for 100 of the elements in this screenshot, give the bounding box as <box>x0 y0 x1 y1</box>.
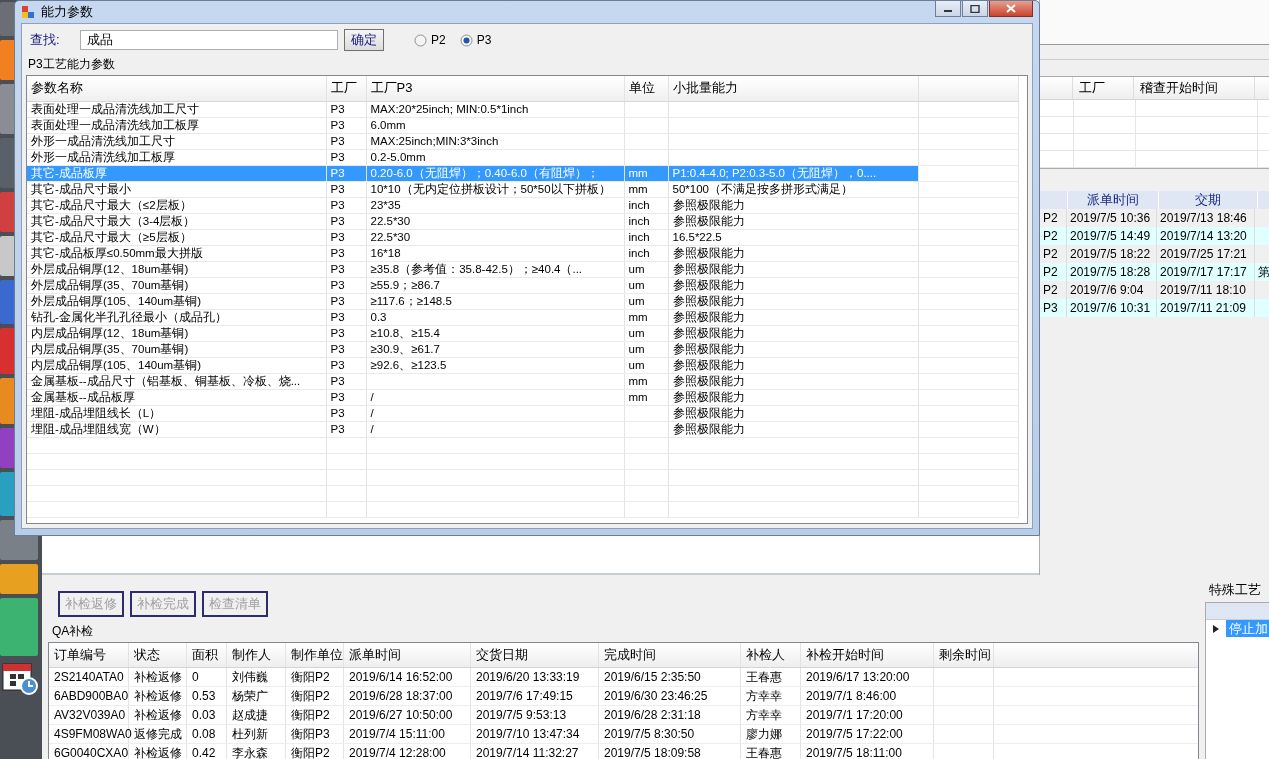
table-cell[interactable]: 2019/7/5 8:30:50 <box>599 725 741 743</box>
table-cell[interactable]: P3 <box>326 213 366 229</box>
table-cell[interactable]: 2019/6/27 10:50:00 <box>344 706 471 724</box>
table-cell[interactable]: 外形一成品清洗线加工尺寸 <box>27 133 326 149</box>
table-cell[interactable]: 参照极限能力 <box>668 341 918 357</box>
table-cell[interactable]: 23*35 <box>366 197 624 213</box>
column-header[interactable]: 工厂 <box>326 76 366 101</box>
table-cell[interactable]: inch <box>624 245 668 261</box>
table-cell[interactable]: 0.03 <box>187 706 227 724</box>
table-cell[interactable]: 其它-成品尺寸最小 <box>27 181 326 197</box>
table-cell[interactable]: um <box>624 357 668 373</box>
table-cell[interactable]: 2019/7/4 15:11:00 <box>344 725 471 743</box>
table-cell[interactable]: 衡阳P3 <box>286 725 344 743</box>
table-cell[interactable]: 埋阻-成品埋阻线宽（W） <box>27 421 326 437</box>
table-cell[interactable]: 廖力娜 <box>741 725 801 743</box>
table-cell[interactable]: 10*10（无内定位拼板设计；50*50以下拼板） <box>366 181 624 197</box>
table-cell[interactable]: 参照极限能力 <box>668 389 918 405</box>
column-header[interactable]: 制作人 <box>227 643 286 667</box>
table-cell[interactable]: 补检返修 <box>129 687 187 705</box>
table-cell[interactable]: mm <box>624 181 668 197</box>
table-cell[interactable]: 2019/7/5 9:53:13 <box>471 706 599 724</box>
table-cell[interactable]: inch <box>624 229 668 245</box>
table-cell[interactable]: 2019/7/10 13:47:34 <box>471 725 599 743</box>
column-header[interactable]: 工厂P3 <box>366 76 624 101</box>
column-header[interactable]: 交期 <box>1159 191 1258 209</box>
table-cell[interactable]: 参照极限能力 <box>668 213 918 229</box>
table-cell[interactable]: 杜列新 <box>227 725 286 743</box>
table-cell[interactable]: 表面处理一成品清洗线加工尺寸 <box>27 101 326 117</box>
table-cell[interactable]: P3 <box>326 277 366 293</box>
table-cell[interactable]: 参照极限能力 <box>668 373 918 389</box>
table-cell[interactable]: P3 <box>326 389 366 405</box>
table-cell[interactable]: 22.5*30 <box>366 213 624 229</box>
column-header[interactable]: 稽查开始时间 <box>1134 77 1255 99</box>
table-cell[interactable]: 50*100（不满足按多拼形式满足） <box>668 181 918 197</box>
table-cell[interactable]: 2019/7/1 8:46:00 <box>801 687 934 705</box>
radio-button[interactable]: P3 <box>459 33 492 47</box>
table-cell[interactable]: P3 <box>326 197 366 213</box>
table-cell[interactable]: 2019/6/14 16:52:00 <box>344 668 471 686</box>
table-cell[interactable]: ≥30.9、≥61.7 <box>366 341 624 357</box>
column-header[interactable]: 完成时间 <box>599 643 741 667</box>
table-cell[interactable]: P3 <box>326 293 366 309</box>
table-cell[interactable]: 表面处理一成品清洗线加工板厚 <box>27 117 326 133</box>
table-cell[interactable]: 其它-成品尺寸最大（3-4层板） <box>27 213 326 229</box>
table-cell[interactable]: 0.42 <box>187 744 227 759</box>
table-cell[interactable]: mm <box>624 389 668 405</box>
table-cell[interactable]: ≥117.6；≥148.5 <box>366 293 624 309</box>
table-cell[interactable]: 参照极限能力 <box>668 293 918 309</box>
table-cell[interactable]: 其它-成品尺寸最大（≤2层板） <box>27 197 326 213</box>
table-cell[interactable]: 衡阳P2 <box>286 744 344 759</box>
column-header[interactable]: 单位 <box>624 76 668 101</box>
table-cell[interactable]: 补检返修 <box>129 706 187 724</box>
column-header[interactable]: 状态 <box>129 643 187 667</box>
table-cell[interactable]: 参照极限能力 <box>668 357 918 373</box>
table-cell[interactable]: 补检返修 <box>129 744 187 759</box>
table-cell[interactable]: um <box>624 277 668 293</box>
table-cell[interactable]: 钻孔-金属化半孔孔径最小（成品孔） <box>27 309 326 325</box>
table-cell[interactable]: 其它-成品尺寸最大（≥5层板） <box>27 229 326 245</box>
table-cell[interactable]: 2S2140ATA0 <box>49 668 129 686</box>
table-cell[interactable]: 外层成品铜厚(12、18um基铜) <box>27 261 326 277</box>
table-cell[interactable]: 2019/7/14 11:32:27 <box>471 744 599 759</box>
table-cell[interactable]: 外层成品铜厚(105、140um基铜) <box>27 293 326 309</box>
table-cell[interactable]: MAX:25inch;MIN:3*3inch <box>366 133 624 149</box>
radio-button[interactable]: P2 <box>414 33 446 47</box>
table-cell[interactable]: um <box>624 261 668 277</box>
table-cell[interactable]: 刘伟巍 <box>227 668 286 686</box>
table-cell[interactable]: P3 <box>326 245 366 261</box>
table-cell[interactable]: 2019/7/4 12:28:00 <box>344 744 471 759</box>
table-cell[interactable]: um <box>624 341 668 357</box>
table-cell[interactable]: 外形一成品清洗线加工板厚 <box>27 149 326 165</box>
column-header[interactable]: 参数名称 <box>27 76 326 101</box>
table-cell[interactable]: P3 <box>326 341 366 357</box>
table-cell[interactable]: 0.08 <box>187 725 227 743</box>
table-cell[interactable]: 22.5*30 <box>366 229 624 245</box>
table-cell[interactable]: 2019/6/15 2:35:50 <box>599 668 741 686</box>
table-cell[interactable]: 0.2-5.0mm <box>366 149 624 165</box>
table-cell[interactable]: 参照极限能力 <box>668 309 918 325</box>
table-cell[interactable]: 2019/6/20 13:33:19 <box>471 668 599 686</box>
table-cell[interactable]: um <box>624 325 668 341</box>
table-cell[interactable]: AV32V039A0 <box>49 706 129 724</box>
table-cell[interactable]: 方幸幸 <box>741 706 801 724</box>
table-cell[interactable]: P3 <box>326 309 366 325</box>
table-cell[interactable]: 2019/7/6 17:49:15 <box>471 687 599 705</box>
column-header[interactable]: 制作单位 <box>286 643 344 667</box>
table-cell[interactable]: 方幸幸 <box>741 687 801 705</box>
column-header[interactable]: 剩余时间 <box>934 643 994 667</box>
table-cell[interactable]: P3 <box>326 421 366 437</box>
table-cell[interactable]: 2019/7/5 18:11:00 <box>801 744 934 759</box>
column-header[interactable]: 补检人 <box>741 643 801 667</box>
column-header[interactable]: 派单时间 <box>344 643 471 667</box>
column-header[interactable]: 交货日期 <box>471 643 599 667</box>
table-cell[interactable]: 6.0mm <box>366 117 624 133</box>
table-cell[interactable]: 参照极限能力 <box>668 421 918 437</box>
table-cell[interactable]: 王春惠 <box>741 744 801 759</box>
table-cell[interactable]: ≥55.9；≥86.7 <box>366 277 624 293</box>
table-cell[interactable]: 2019/6/28 18:37:00 <box>344 687 471 705</box>
table-cell[interactable]: 衡阳P2 <box>286 687 344 705</box>
table-cell[interactable]: inch <box>624 213 668 229</box>
table-cell[interactable]: 杨荣广 <box>227 687 286 705</box>
column-header[interactable]: 小批量能力 <box>668 76 918 101</box>
table-cell[interactable]: 外层成品铜厚(35、70um基铜) <box>27 277 326 293</box>
